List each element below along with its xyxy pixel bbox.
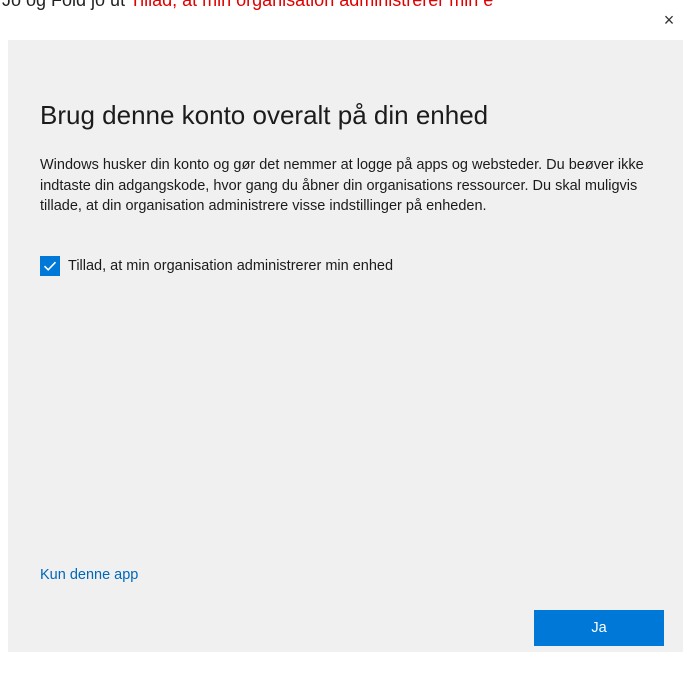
clipped-instruction-text: Jo og Fold jo ut Tillad, at min organisa… — [2, 0, 493, 11]
close-button[interactable]: × — [659, 10, 679, 30]
top-context-strip: Jo og Fold jo ut Tillad, at min organisa… — [0, 0, 691, 40]
account-dialog: Brug denne konto overalt på din enhed Wi… — [8, 40, 683, 652]
close-icon: × — [663, 10, 675, 30]
dialog-description: Windows husker din konto og gør det nemm… — [40, 157, 644, 214]
yes-button[interactable]: Ja — [534, 610, 664, 646]
dialog-title: Brug denne konto overalt på din enhed — [40, 100, 489, 130]
manage-device-checkbox[interactable]: Tillad, at min organisation administrere… — [40, 256, 393, 276]
clipped-text-prefix: Jo og Fold jo ut — [2, 0, 126, 10]
only-this-app-link[interactable]: Kun denne app — [40, 567, 138, 583]
checkmark-icon — [43, 261, 57, 271]
clipped-text-highlight: Tillad, at min organisation administrere… — [129, 0, 494, 10]
checkbox-checked-icon[interactable] — [40, 256, 60, 276]
checkbox-label: Tillad, at min organisation administrere… — [68, 258, 394, 274]
